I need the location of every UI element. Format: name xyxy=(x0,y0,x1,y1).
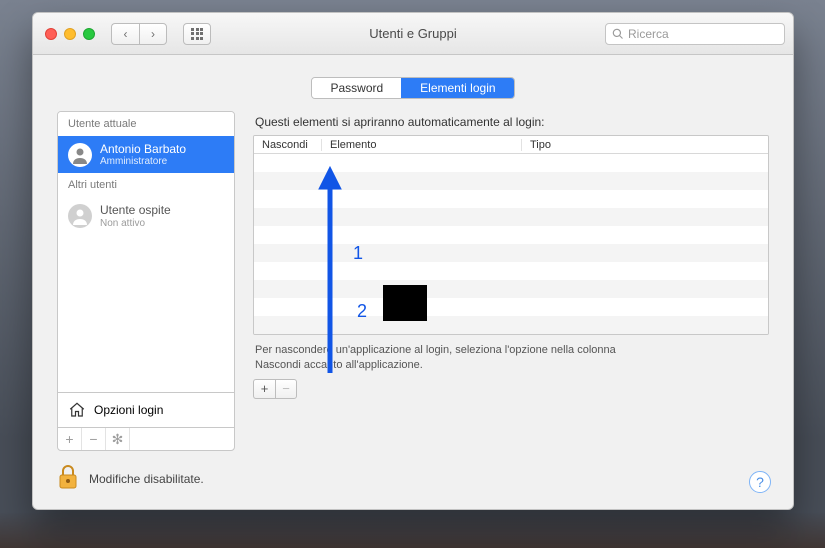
search-placeholder: Ricerca xyxy=(628,27,669,41)
forward-button[interactable]: › xyxy=(139,23,167,45)
avatar xyxy=(68,204,92,228)
col-item[interactable]: Elemento xyxy=(322,139,522,151)
close-window-button[interactable] xyxy=(45,28,57,40)
tab-login-items[interactable]: Elementi login xyxy=(401,78,513,98)
help-button[interactable]: ? xyxy=(749,471,771,493)
plus-icon: + xyxy=(65,431,73,447)
login-items-table: Nascondi Elemento Tipo xyxy=(253,135,769,335)
col-hide[interactable]: Nascondi xyxy=(254,139,322,151)
tab-bar: Password Elementi login xyxy=(33,77,793,99)
login-options-button[interactable]: Opzioni login xyxy=(58,392,234,427)
add-login-item-button[interactable]: + xyxy=(253,379,275,399)
user-role: Amministratore xyxy=(100,156,186,167)
add-user-button[interactable]: + xyxy=(58,428,82,450)
nav-segment: ‹ › xyxy=(111,23,167,45)
back-button[interactable]: ‹ xyxy=(111,23,139,45)
remove-user-button[interactable]: − xyxy=(82,428,106,450)
person-icon xyxy=(70,145,90,165)
table-body[interactable] xyxy=(254,154,768,334)
lock-text: Modifiche disabilitate. xyxy=(89,472,204,486)
avatar xyxy=(68,143,92,167)
sidebar-actions-button[interactable]: ✻ xyxy=(106,428,130,450)
sidebar-header-current: Utente attuale xyxy=(58,112,234,136)
sidebar-buttons: + − ✻ xyxy=(58,427,234,450)
remove-login-item-button[interactable]: − xyxy=(275,379,297,399)
main-panel: Questi elementi si apriranno automaticam… xyxy=(253,111,769,399)
annotation-label-2: 2 xyxy=(357,301,367,322)
user-name: Antonio Barbato xyxy=(100,142,186,156)
user-name: Utente ospite xyxy=(100,203,171,217)
login-items-intro: Questi elementi si apriranno automaticam… xyxy=(255,115,769,129)
show-all-button[interactable] xyxy=(183,23,211,45)
lock-icon xyxy=(57,464,79,493)
annotation-redaction-box xyxy=(383,285,427,321)
col-kind[interactable]: Tipo xyxy=(522,139,768,151)
help-icon: ? xyxy=(756,474,764,490)
house-icon xyxy=(68,401,86,419)
gear-icon: ✻ xyxy=(112,431,124,448)
sidebar-header-other: Altri utenti xyxy=(58,173,234,197)
grid-icon xyxy=(191,28,203,40)
user-status: Non attivo xyxy=(100,218,171,229)
zoom-window-button[interactable] xyxy=(83,28,95,40)
chevron-right-icon: › xyxy=(151,27,155,41)
table-header: Nascondi Elemento Tipo xyxy=(254,136,768,154)
window-controls xyxy=(45,28,95,40)
minus-icon: − xyxy=(282,381,290,396)
sidebar-user-current[interactable]: Antonio Barbato Amministratore xyxy=(58,136,234,173)
person-icon xyxy=(70,206,90,226)
minimize-window-button[interactable] xyxy=(64,28,76,40)
sidebar-user-guest[interactable]: Utente ospite Non attivo xyxy=(58,197,234,234)
minus-icon: − xyxy=(89,431,97,447)
add-remove-segment: + − xyxy=(253,379,769,399)
chevron-left-icon: ‹ xyxy=(124,27,128,41)
tab-password[interactable]: Password xyxy=(312,78,401,98)
lock-footer[interactable]: Modifiche disabilitate. xyxy=(57,464,204,493)
search-icon xyxy=(612,28,624,40)
preferences-window: ‹ › Utenti e Gruppi Ricerca Password Ele… xyxy=(32,12,794,510)
hint-text: Per nascondere un'applicazione al login,… xyxy=(255,343,655,373)
annotation-label-1: 1 xyxy=(353,243,363,264)
login-options-label: Opzioni login xyxy=(94,403,163,417)
titlebar: ‹ › Utenti e Gruppi Ricerca xyxy=(33,13,793,55)
plus-icon: + xyxy=(261,381,269,396)
users-sidebar: Utente attuale Antonio Barbato Amministr… xyxy=(57,111,235,451)
search-input[interactable]: Ricerca xyxy=(605,23,785,45)
